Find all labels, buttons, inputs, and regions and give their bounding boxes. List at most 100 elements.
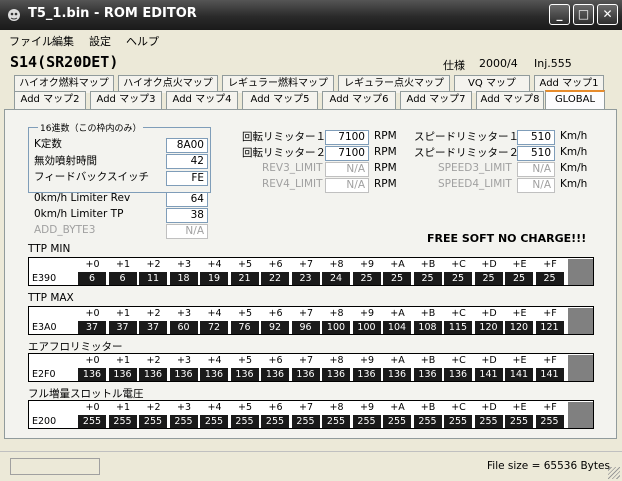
table-cell[interactable]: 136 xyxy=(291,368,320,381)
table-cell[interactable]: 19 xyxy=(200,272,228,285)
column-header: +D xyxy=(481,402,497,413)
menu-edit[interactable]: 編集 xyxy=(52,33,74,49)
table-cell[interactable]: 136 xyxy=(169,368,198,381)
rev-limiter-1-input[interactable]: 7100 xyxy=(325,130,369,145)
table-cell[interactable]: 255 xyxy=(78,415,106,428)
table-cell[interactable]: 255 xyxy=(505,415,533,428)
table-cell[interactable]: 136 xyxy=(444,368,472,381)
table-cell[interactable]: 136 xyxy=(139,368,167,381)
tab-add-map-6[interactable]: Add マップ6 xyxy=(322,91,396,109)
table-cell[interactable]: 60 xyxy=(169,321,198,334)
table-cell[interactable]: 100 xyxy=(352,321,381,334)
table-cell[interactable]: 136 xyxy=(352,368,381,381)
table-cell[interactable]: 37 xyxy=(139,321,167,334)
column-header: +5 xyxy=(237,402,252,413)
k-const-input[interactable]: 8A00 xyxy=(166,138,208,153)
table-cell[interactable]: 92 xyxy=(261,321,289,334)
table-cell[interactable]: 255 xyxy=(474,415,503,428)
rev3-limit-input: N/A xyxy=(325,162,369,177)
table-cell[interactable]: 255 xyxy=(169,415,198,428)
maximize-button[interactable]: □ xyxy=(573,4,594,25)
tab-add-map-5[interactable]: Add マップ5 xyxy=(242,91,318,109)
table-cell[interactable]: 24 xyxy=(322,272,350,285)
speed-limiter-1-input[interactable]: 510 xyxy=(517,130,555,145)
column-header: +0 xyxy=(85,308,100,319)
table-cell[interactable]: 108 xyxy=(413,321,442,334)
table-cell[interactable]: 6 xyxy=(108,272,137,285)
limiter-tp-input[interactable]: 38 xyxy=(166,208,208,223)
table-cell[interactable]: 141 xyxy=(505,368,533,381)
table-cell[interactable]: 100 xyxy=(322,321,350,334)
invalid-time-input[interactable]: 42 xyxy=(166,154,208,169)
table-cell[interactable]: 25 xyxy=(444,272,472,285)
table-cell[interactable]: 141 xyxy=(474,368,503,381)
column-header: +6 xyxy=(268,259,283,270)
table-cell[interactable]: 18 xyxy=(169,272,198,285)
speed-limiter-2-label: スピードリミッター２ xyxy=(414,147,519,159)
table-cell[interactable]: 141 xyxy=(535,368,564,381)
feedback-switch-input[interactable]: FE xyxy=(166,171,208,186)
limiter-rev-input[interactable]: 64 xyxy=(166,192,208,207)
menu-settings[interactable]: 設定 xyxy=(89,33,111,49)
table-cell[interactable]: 120 xyxy=(505,321,533,334)
table-cell[interactable]: 255 xyxy=(291,415,320,428)
menu-file[interactable]: ファイル xyxy=(9,33,53,49)
table-cell[interactable]: 136 xyxy=(322,368,350,381)
table-cell[interactable]: 255 xyxy=(139,415,167,428)
table-cell[interactable]: 6 xyxy=(78,272,106,285)
table-cell[interactable]: 25 xyxy=(413,272,442,285)
tab-global[interactable]: GLOBAL xyxy=(545,90,605,110)
table-cell[interactable]: 136 xyxy=(383,368,411,381)
tab-add-map-4[interactable]: Add マップ4 xyxy=(166,91,238,109)
table-cell[interactable]: 21 xyxy=(230,272,259,285)
table-cell[interactable]: 255 xyxy=(413,415,442,428)
close-button[interactable]: ✕ xyxy=(597,4,618,25)
column-header: +7 xyxy=(298,259,313,270)
speed-limiter-2-input[interactable]: 510 xyxy=(517,146,555,161)
column-header: +9 xyxy=(359,355,374,366)
table-cell[interactable]: 136 xyxy=(261,368,289,381)
table-cell[interactable]: 255 xyxy=(352,415,381,428)
table-cell[interactable]: 37 xyxy=(78,321,106,334)
table-cell[interactable]: 22 xyxy=(261,272,289,285)
menu-help[interactable]: ヘルプ xyxy=(126,33,159,49)
table-cell[interactable]: 136 xyxy=(230,368,259,381)
table-cell[interactable]: 255 xyxy=(444,415,472,428)
table-cell[interactable]: 136 xyxy=(108,368,137,381)
minimize-button[interactable]: _ xyxy=(549,4,570,25)
tab-add-map-7[interactable]: Add マップ7 xyxy=(400,91,472,109)
rev-limiter-2-input[interactable]: 7100 xyxy=(325,146,369,161)
column-header: +4 xyxy=(207,355,222,366)
table-cell[interactable]: 25 xyxy=(474,272,503,285)
tab-add-map-3[interactable]: Add マップ3 xyxy=(90,91,162,109)
table-cell[interactable]: 255 xyxy=(383,415,411,428)
table-cell[interactable]: 25 xyxy=(383,272,411,285)
tab-add-map-2[interactable]: Add マップ2 xyxy=(14,91,86,109)
table-cell[interactable]: 11 xyxy=(139,272,167,285)
table-cell[interactable]: 255 xyxy=(322,415,350,428)
table-cell[interactable]: 96 xyxy=(291,321,320,334)
table-cell[interactable]: 255 xyxy=(535,415,564,428)
table-cell[interactable]: 115 xyxy=(444,321,472,334)
table-cell[interactable]: 23 xyxy=(291,272,320,285)
table-cell[interactable]: 121 xyxy=(535,321,564,334)
table-cell[interactable]: 136 xyxy=(413,368,442,381)
table-cell[interactable]: 136 xyxy=(78,368,106,381)
table-cell[interactable]: 37 xyxy=(108,321,137,334)
table-scroll-area xyxy=(568,355,593,381)
table-cell[interactable]: 25 xyxy=(352,272,381,285)
table-cell[interactable]: 25 xyxy=(505,272,533,285)
speed3-limit-unit: Km/h xyxy=(560,162,588,174)
table-cell[interactable]: 72 xyxy=(200,321,228,334)
tab-add-map-8[interactable]: Add マップ8 xyxy=(476,91,544,109)
table-cell[interactable]: 104 xyxy=(383,321,411,334)
table-cell[interactable]: 120 xyxy=(474,321,503,334)
table-cell[interactable]: 255 xyxy=(230,415,259,428)
table-cell[interactable]: 25 xyxy=(535,272,564,285)
table-cell[interactable]: 136 xyxy=(200,368,228,381)
resize-grip-icon[interactable] xyxy=(608,467,620,479)
table-cell[interactable]: 76 xyxy=(230,321,259,334)
table-cell[interactable]: 255 xyxy=(200,415,228,428)
table-cell[interactable]: 255 xyxy=(261,415,289,428)
table-cell[interactable]: 255 xyxy=(108,415,137,428)
